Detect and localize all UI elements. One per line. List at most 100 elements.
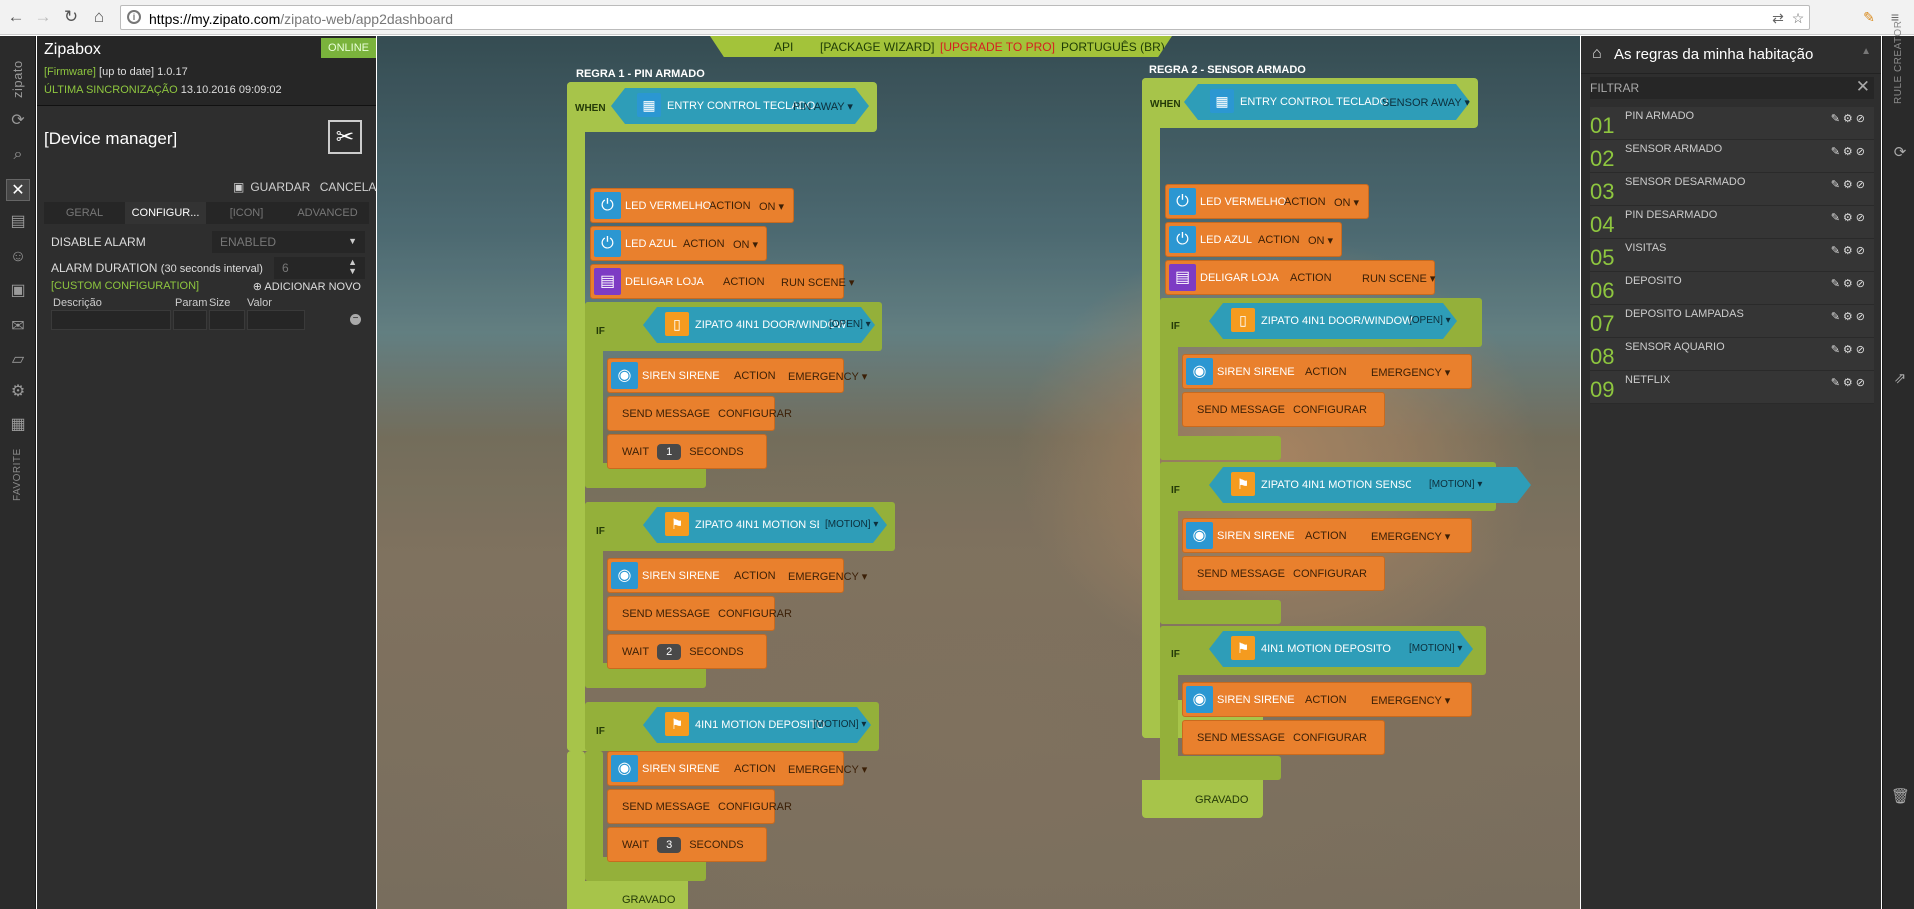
edit-icon[interactable]: ✎ [1831,278,1843,290]
users-icon[interactable]: ☺ [6,246,30,268]
size-input[interactable] [209,310,245,330]
rule2-action-led-azul[interactable]: ⏻ LED AZUL ACTION ON ▾ [1165,222,1342,257]
rule1-if2-siren[interactable]: ◉ SIREN SIRENE ACTION EMERGENCY ▾ [607,558,867,593]
save-button[interactable]: GUARDAR [250,180,310,194]
menu-package-wizard[interactable]: [PACKAGE WIZARD] [820,40,934,54]
external-link-icon[interactable]: ⇗ [1891,370,1909,388]
menu-language[interactable]: PORTUGUÊS (BR) [1061,40,1165,54]
siren-mode[interactable]: EMERGENCY [1371,695,1442,707]
rule1-action-led-vermelho[interactable]: ⏻ LED VERMELHO ACTION ON ▾ [590,188,794,223]
rule1-if1-message[interactable]: SEND MESSAGE CONFIGURAR [607,396,792,431]
tab-geral[interactable]: GERAL [44,202,125,224]
disable-alarm-select[interactable]: ENABLED ▼ [212,231,365,253]
edit-icon[interactable]: ✎ [1831,377,1843,389]
disable-icon[interactable]: ⊘ [1856,146,1868,158]
action-value[interactable]: ON [759,201,776,213]
if-condition-state[interactable]: [MOTION] [1429,479,1475,490]
action-value[interactable]: RUN SCENE [781,277,846,289]
rule-creator-tab[interactable]: RULE CREATOR [1893,21,1904,104]
configure-button[interactable]: CONFIGURAR [718,608,792,620]
rule-list-item[interactable]: 09 NETFLIX ✎⚙⊘ [1590,371,1874,404]
edit-icon[interactable]: ✎ [1831,245,1843,257]
rule1-if3-condition[interactable]: ⚑ 4IN1 MOTION DEPOSITO [MOTION] ▾ [643,707,871,743]
home-icon[interactable]: ⌂ [89,7,109,27]
cancel-button[interactable]: CANCELAR [320,180,385,194]
collapse-icon[interactable]: ▲ [1861,46,1871,57]
edit-icon[interactable]: ✎ [1831,311,1843,323]
disable-icon[interactable]: ⊘ [1856,278,1868,290]
configure-button[interactable]: CONFIGURAR [1293,732,1367,744]
if-condition-state[interactable]: [OPEN] [1409,315,1443,326]
value-input[interactable] [247,310,305,330]
folder-icon[interactable]: ▱ [6,349,30,371]
rule1-action-led-azul[interactable]: ⏻ LED AZUL ACTION ON ▾ [590,226,767,261]
rule2-if1-siren[interactable]: ◉ SIREN SIRENE ACTION EMERGENCY ▾ [1182,354,1472,389]
disable-icon[interactable]: ⊘ [1856,245,1868,257]
if-condition-state[interactable]: [MOTION] [825,519,871,530]
rule-list-item[interactable]: 02 SENSOR ARMADO ✎⚙⊘ [1590,140,1874,173]
if-condition-state[interactable]: [MOTION] [1409,643,1455,654]
if-condition-state[interactable]: [MOTION] [813,719,859,730]
filter-input[interactable]: FILTRAR ✕ [1590,77,1874,99]
rule2-if3-condition[interactable]: ⚑ 4IN1 MOTION DEPOSITO [MOTION] ▾ [1209,631,1473,667]
edit-icon[interactable]: ✎ [1831,179,1843,191]
rule2-if3-message[interactable]: SEND MESSAGE CONFIGURAR [1182,720,1385,755]
star-icon[interactable]: ☆ [1789,9,1807,27]
description-input[interactable] [51,310,171,330]
extension-icon[interactable]: ✎ [1860,8,1878,26]
configure-button[interactable]: CONFIGURAR [718,408,792,420]
configure-button[interactable]: CONFIGURAR [1293,568,1367,580]
forward-icon[interactable]: → [33,7,53,27]
rule1-trigger[interactable]: ▦ ENTRY CONTROL TECLADO PIN AWAY ▾ [611,88,869,124]
rule1-if2-condition[interactable]: ⚑ ZIPATO 4IN1 MOTION SENSOR [MOTION] ▾ [643,507,887,543]
gear-icon[interactable]: ⚙ [1843,146,1856,158]
edit-icon[interactable]: ✎ [1831,146,1843,158]
tab-icon[interactable]: [ICON] [206,202,287,224]
siren-mode[interactable]: EMERGENCY [1371,367,1442,379]
if-condition-state[interactable]: [OPEN] [829,319,863,330]
action-value[interactable]: ON [1334,197,1351,209]
rule-list-item[interactable]: 03 SENSOR DESARMADO ✎⚙⊘ [1590,173,1874,206]
sync-icon[interactable]: ⟳ [6,110,30,132]
rule2-if2-siren[interactable]: ◉ SIREN SIRENE ACTION EMERGENCY ▾ [1182,518,1472,553]
add-new-button[interactable]: ⊕ ADICIONAR NOVO [253,280,361,293]
rule1-if2-wait[interactable]: WAIT 2 SECONDS [607,634,767,669]
rule-list-item[interactable]: 07 DEPOSITO LAMPADAS ✎⚙⊘ [1590,305,1874,338]
edit-icon[interactable]: ✎ [1831,344,1843,356]
rule1-trigger-state[interactable]: PIN AWAY [793,101,844,113]
rule1-if2-message[interactable]: SEND MESSAGE CONFIGURAR [607,596,792,631]
configure-button[interactable]: CONFIGURAR [1293,404,1367,416]
search-icon[interactable]: ⌕ [6,144,30,166]
rule2-if1-message[interactable]: SEND MESSAGE CONFIGURAR [1182,392,1385,427]
gear-icon[interactable]: ⚙ [1843,212,1856,224]
close-icon[interactable]: ✕ [1856,77,1870,97]
menu-upgrade[interactable]: [UPGRADE TO PRO] [940,40,1055,54]
rule-list-item[interactable]: 06 DEPOSITO ✎⚙⊘ [1590,272,1874,305]
rule1-if1-wait[interactable]: WAIT 1 SECONDS [607,434,767,469]
wait-seconds-input[interactable]: 1 [657,444,682,460]
edit-icon[interactable]: ✎ [1831,212,1843,224]
save-icon[interactable]: ▣ [233,180,244,194]
gear-icon[interactable]: ⚙ [1843,278,1856,290]
address-bar[interactable]: i https://my.zipato.com/zipato-web/app2d… [120,5,1810,30]
rule-list-item[interactable]: 01 PIN ARMADO ✎⚙⊘ [1590,107,1874,140]
rule2-action-led-vermelho[interactable]: ⏻ LED VERMELHO ACTION ON ▾ [1165,184,1369,219]
gear-icon[interactable]: ⚙ [1843,179,1856,191]
rule1-if3-siren[interactable]: ◉ SIREN SIRENE ACTION EMERGENCY ▾ [607,751,867,786]
gear-icon[interactable]: ⚙ [1843,245,1856,257]
wait-seconds-input[interactable]: 3 [657,837,682,853]
rule-list-item[interactable]: 04 PIN DESARMADO ✎⚙⊘ [1590,206,1874,239]
gear-icon[interactable]: ⚙ [1843,377,1856,389]
tab-configuration[interactable]: CONFIGUR... [125,202,206,224]
rule2-trigger-state[interactable]: SENSOR AWAY [1382,97,1461,109]
siren-mode[interactable]: EMERGENCY [788,764,859,776]
param-input[interactable] [173,310,207,330]
trash-icon[interactable]: 🗑 [1891,788,1910,806]
gear-icon[interactable]: ⚙ [6,381,30,403]
rule1-action-deligar-loja[interactable]: ▤ DELIGAR LOJA ACTION RUN SCENE ▾ [590,264,854,299]
rule2-trigger[interactable]: ▦ ENTRY CONTROL TECLADO SENSOR AWAY ▾ [1184,84,1470,120]
mail-icon[interactable]: ✉ [6,316,30,338]
disable-icon[interactable]: ⊘ [1856,311,1868,323]
action-value[interactable]: ON [733,239,750,251]
wait-seconds-input[interactable]: 2 [657,644,682,660]
